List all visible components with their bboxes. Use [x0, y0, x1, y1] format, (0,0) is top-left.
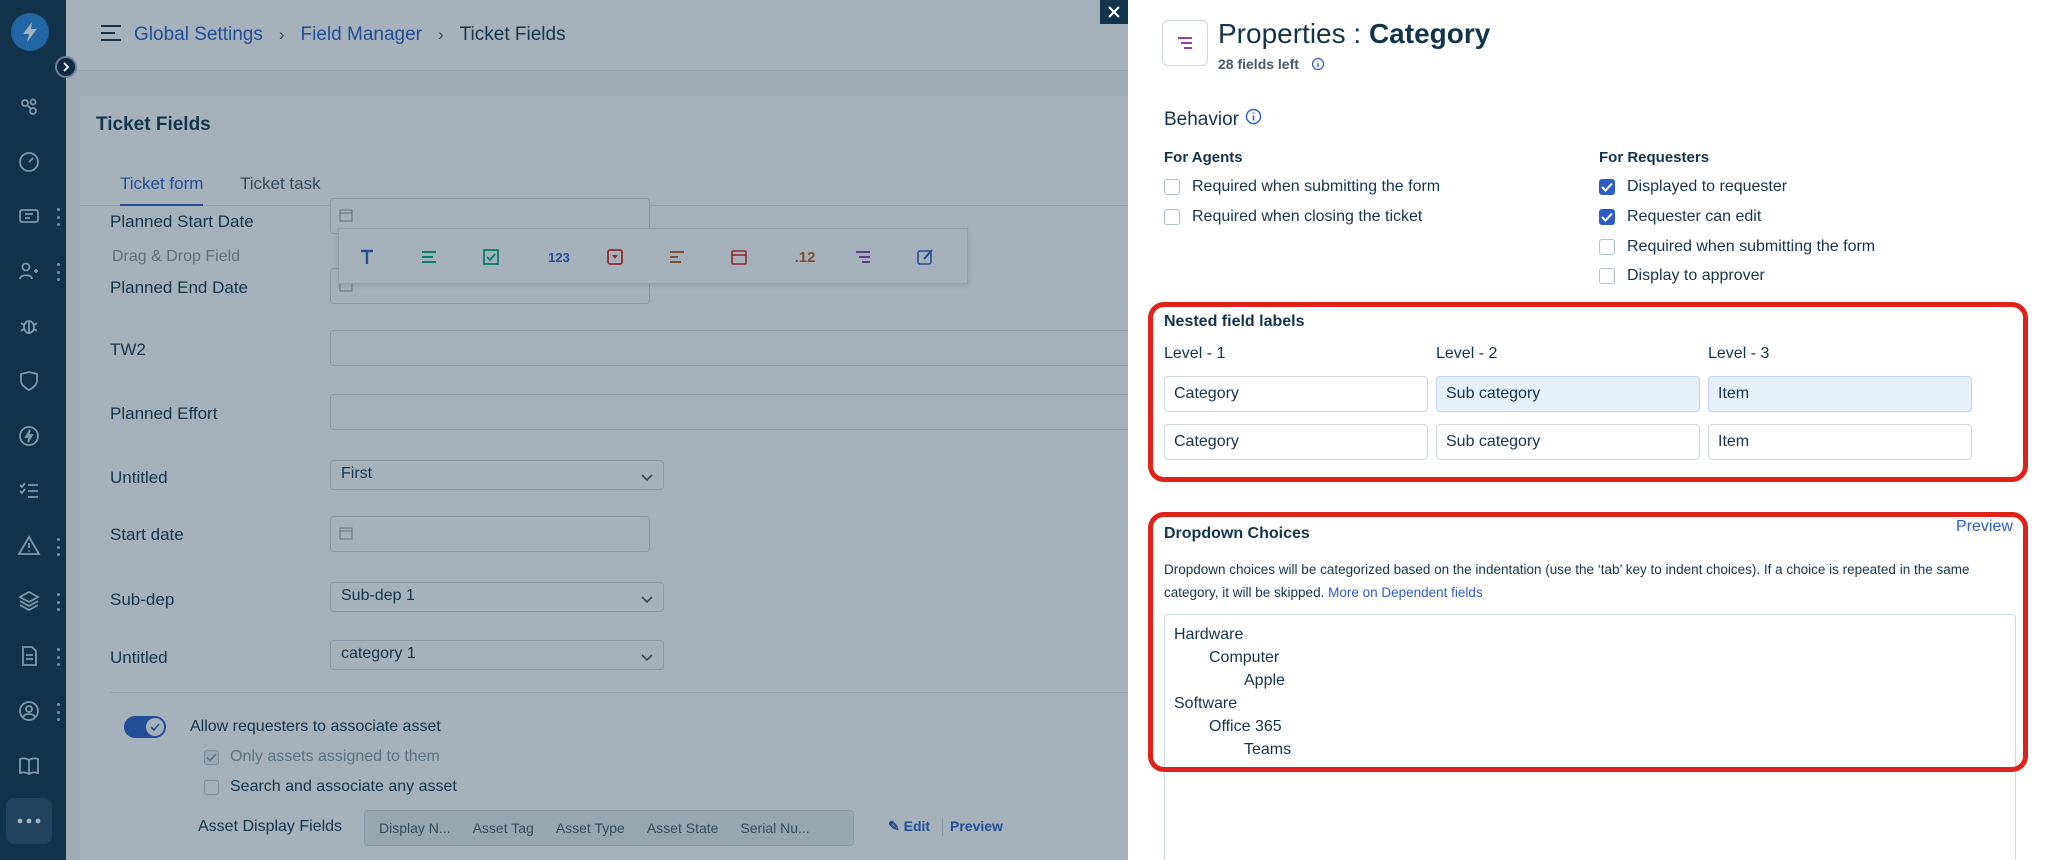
choice-item: Software [1174, 695, 1238, 712]
checkbox[interactable] [1599, 268, 1615, 284]
agent-level-3-input[interactable]: Item [1708, 376, 1972, 412]
level-1-heading: Level - 1 [1164, 345, 1226, 362]
panel-title-prefix: Properties : [1218, 18, 1369, 49]
fields-left-counter: 28 fields left [1218, 56, 1325, 74]
requester-can-edit-option[interactable]: Requester can edit [1599, 208, 1761, 226]
close-icon [1108, 6, 1120, 18]
panel-title: Properties : Category [1218, 18, 1490, 50]
choice-item: Teams [1244, 741, 1292, 758]
info-icon[interactable] [1245, 108, 1262, 131]
for-requesters-heading: For Requesters [1599, 149, 1710, 166]
agent-level-2-input[interactable]: Sub category [1436, 376, 1700, 412]
behavior-heading: Behavior [1164, 108, 1262, 131]
requester-level-3-input[interactable]: Item [1708, 424, 1972, 460]
dropdown-choices-title: Dropdown Choices [1164, 525, 1310, 542]
choice-item: Apple [1244, 672, 1285, 689]
modal-backdrop[interactable] [0, 0, 1128, 860]
choice-item: Computer [1209, 649, 1280, 666]
agent-required-submit-option[interactable]: Required when submitting the form [1164, 178, 1440, 196]
requester-level-1-input[interactable]: Category [1164, 424, 1428, 460]
option-label: Display to approver [1627, 267, 1765, 284]
checkbox[interactable] [1164, 209, 1180, 225]
agent-required-close-option[interactable]: Required when closing the ticket [1164, 208, 1422, 226]
dropdown-description: Dropdown choices will be categorized bas… [1164, 558, 2004, 604]
properties-panel: Properties : Category 28 fields left Beh… [1128, 0, 2048, 860]
nested-list-icon [1162, 20, 1208, 66]
level-3-heading: Level - 3 [1708, 345, 1770, 362]
agent-level-1-input[interactable]: Category [1164, 376, 1428, 412]
level-2-heading: Level - 2 [1436, 345, 1498, 362]
close-panel-button[interactable] [1100, 0, 1128, 24]
fields-left-text: 28 fields left [1218, 56, 1299, 72]
dependent-fields-link[interactable]: More on Dependent fields [1328, 585, 1483, 600]
checkbox[interactable] [1599, 239, 1615, 255]
option-label: Requester can edit [1627, 208, 1762, 225]
checkbox[interactable] [1164, 179, 1180, 195]
checkbox-checked[interactable] [1599, 209, 1615, 225]
requester-required-submit-option[interactable]: Required when submitting the form [1599, 238, 1875, 256]
option-label: Required when submitting the form [1627, 238, 1876, 255]
expand-nav-chevron-icon[interactable] [55, 56, 77, 78]
option-label: Required when closing the ticket [1192, 208, 1423, 225]
info-icon[interactable] [1311, 57, 1325, 74]
description-text: Dropdown choices will be categorized bas… [1164, 562, 1970, 600]
option-label: Required when submitting the form [1192, 178, 1441, 195]
behavior-title: Behavior [1164, 108, 1239, 130]
displayed-to-requester-option[interactable]: Displayed to requester [1599, 178, 1787, 196]
for-agents-heading: For Agents [1164, 149, 1243, 166]
requester-level-2-input[interactable]: Sub category [1436, 424, 1700, 460]
display-to-approver-option[interactable]: Display to approver [1599, 267, 1765, 285]
choice-item: Office 365 [1209, 718, 1282, 735]
checkbox-checked[interactable] [1599, 179, 1615, 195]
dropdown-preview-link[interactable]: Preview [1956, 518, 2013, 536]
choice-item: Hardware [1174, 626, 1244, 643]
option-label: Displayed to requester [1627, 178, 1788, 195]
panel-title-field: Category [1368, 18, 1491, 49]
nested-labels-title: Nested field labels [1164, 313, 1305, 330]
